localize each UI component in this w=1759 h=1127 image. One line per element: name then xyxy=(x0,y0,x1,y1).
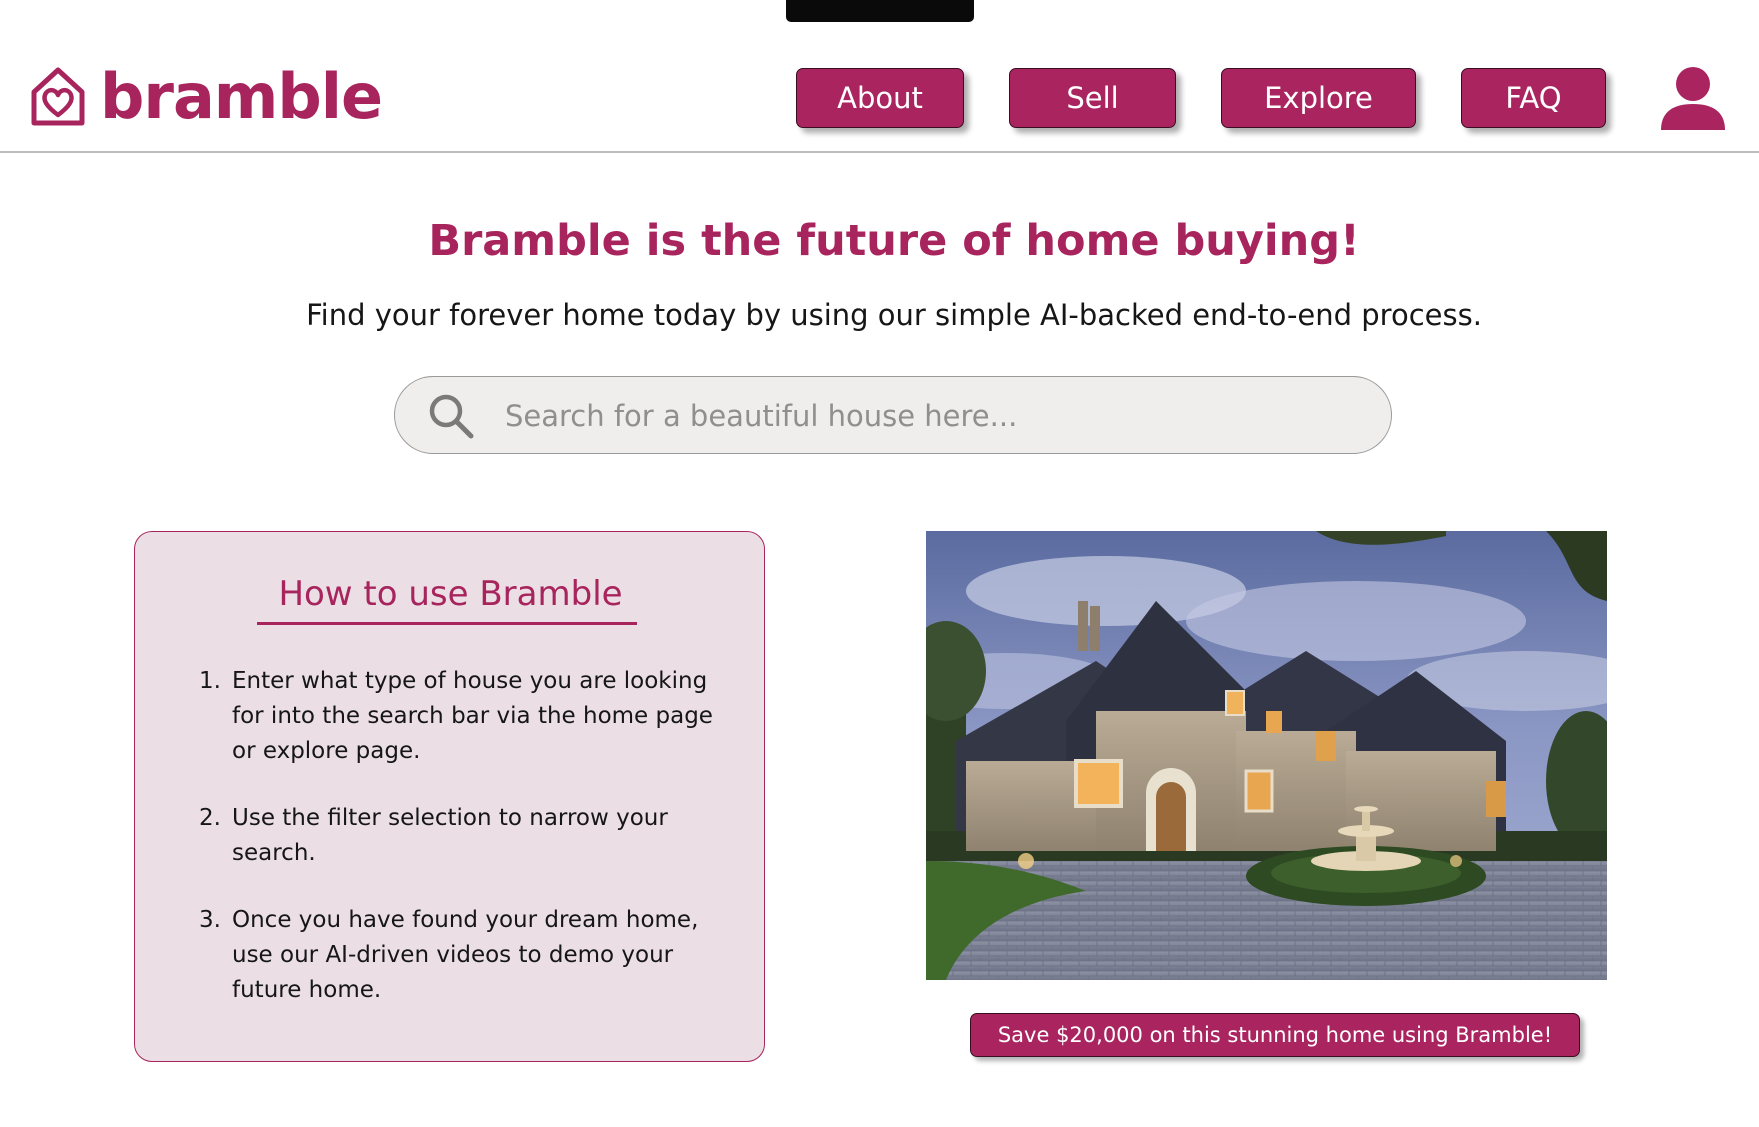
nav-sell-button[interactable]: Sell xyxy=(1009,68,1176,128)
step-text: Enter what type of house you are looking… xyxy=(232,668,713,764)
nav-faq-button[interactable]: FAQ xyxy=(1461,68,1606,128)
top-notch xyxy=(786,0,974,22)
how-to-title: How to use Bramble xyxy=(278,574,623,614)
brand-name: bramble xyxy=(100,60,383,133)
step-text: Use the filter selection to narrow your … xyxy=(232,805,668,866)
step-number: 2. xyxy=(199,805,221,831)
house-heart-icon xyxy=(31,67,85,126)
page-subheadline: Find your forever home today by using ou… xyxy=(306,298,1482,332)
promo-button[interactable]: Save $20,000 on this stunning home using… xyxy=(970,1013,1580,1057)
how-to-card: How to use Bramble 1. Enter what type of… xyxy=(134,531,765,1062)
header-divider xyxy=(0,151,1759,153)
how-to-step: 3. Once you have found your dream home, … xyxy=(199,903,719,1008)
brand-logo[interactable]: bramble xyxy=(28,60,383,133)
step-number: 1. xyxy=(199,668,221,694)
search-icon[interactable] xyxy=(427,392,475,440)
page-headline: Bramble is the future of home buying! xyxy=(428,216,1360,266)
how-to-steps: 1. Enter what type of house you are look… xyxy=(199,664,719,1040)
step-text: Once you have found your dream home, use… xyxy=(232,907,699,1003)
how-to-title-underline xyxy=(257,622,637,625)
how-to-step: 1. Enter what type of house you are look… xyxy=(199,664,719,769)
nav-explore-button[interactable]: Explore xyxy=(1221,68,1416,128)
user-icon[interactable] xyxy=(1659,64,1727,132)
stone-house-photo xyxy=(926,531,1607,980)
featured-house-photo[interactable] xyxy=(926,531,1607,980)
how-to-step: 2. Use the filter selection to narrow yo… xyxy=(199,801,719,871)
step-number: 3. xyxy=(199,907,221,933)
nav-about-button[interactable]: About xyxy=(796,68,964,128)
search-input[interactable] xyxy=(503,389,1367,443)
search-bar[interactable] xyxy=(394,376,1392,454)
